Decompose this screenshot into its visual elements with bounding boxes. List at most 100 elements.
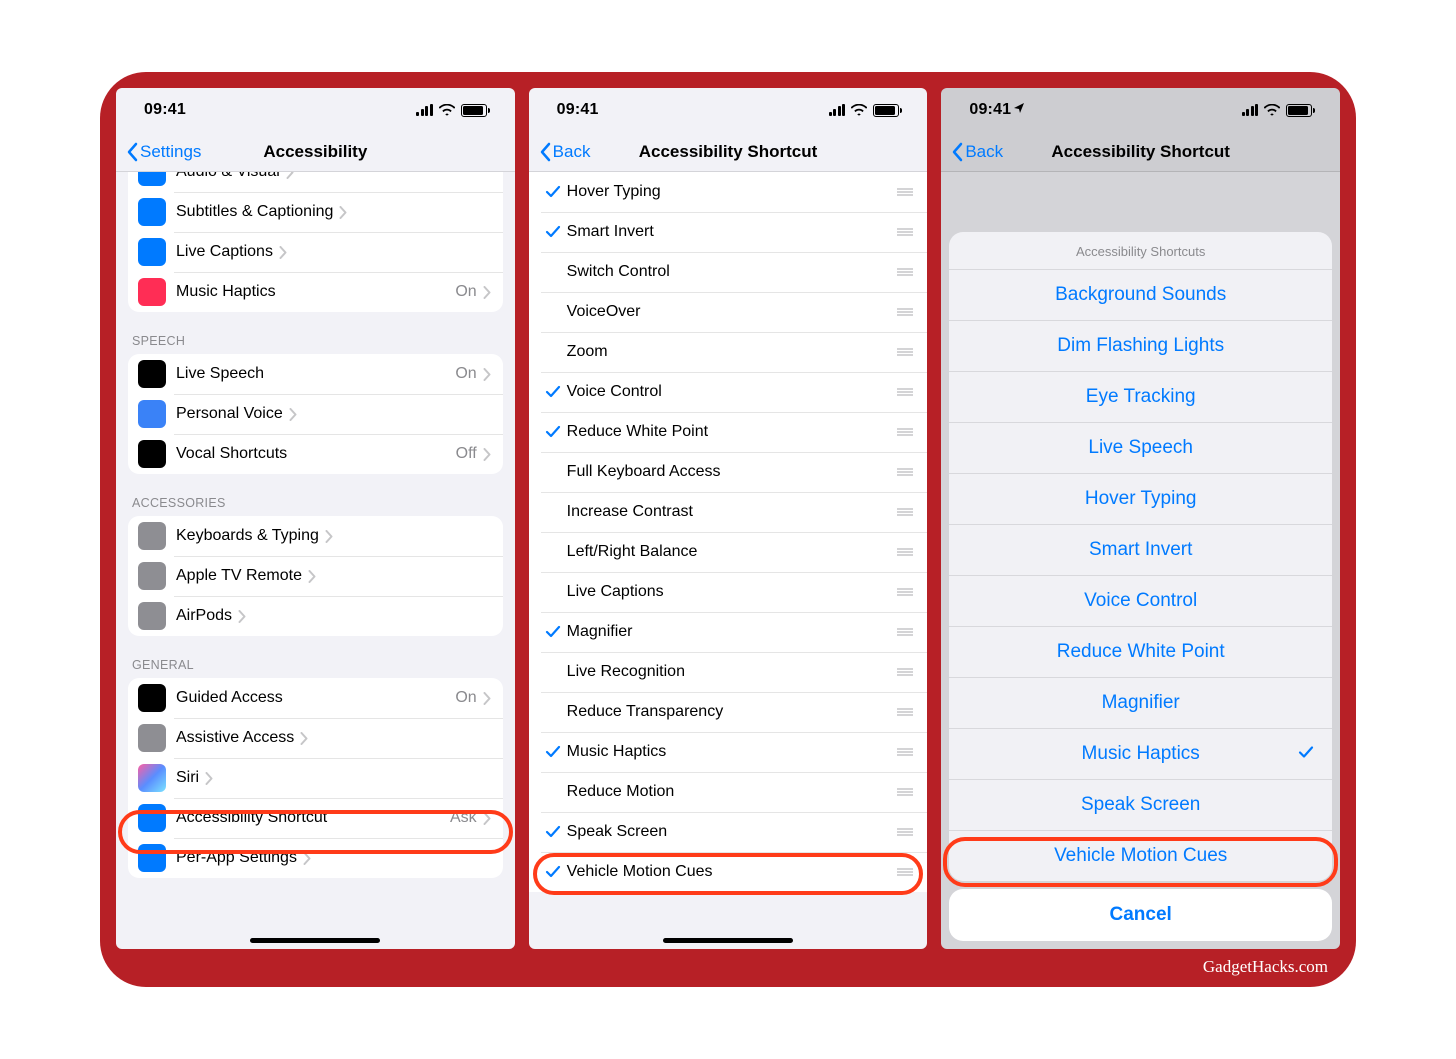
shortcut-row[interactable]: Full Keyboard Access bbox=[529, 452, 928, 492]
settings-row[interactable]: Audio & Visual bbox=[128, 172, 503, 192]
back-label: Settings bbox=[140, 142, 201, 162]
status-time: 09:41 bbox=[144, 101, 186, 119]
back-button[interactable]: Back bbox=[535, 142, 595, 162]
row-icon bbox=[138, 198, 166, 226]
checkmark-icon bbox=[541, 625, 565, 639]
settings-row[interactable]: AirPods bbox=[128, 596, 503, 636]
shortcut-list[interactable]: Hover TypingSmart InvertSwitch ControlVo… bbox=[529, 172, 928, 949]
sheet-item[interactable]: Live Speech bbox=[949, 423, 1332, 474]
row-label: Voice Control bbox=[567, 383, 662, 401]
chevron-right-icon bbox=[483, 812, 491, 825]
row-icon bbox=[138, 360, 166, 388]
shortcut-row[interactable]: Left/Right Balance bbox=[529, 532, 928, 572]
shortcut-row[interactable]: Vehicle Motion Cues bbox=[529, 852, 928, 892]
row-label: Keyboards & Typing bbox=[176, 527, 319, 545]
row-icon bbox=[138, 172, 166, 186]
drag-handle-icon[interactable] bbox=[895, 427, 915, 437]
drag-handle-icon[interactable] bbox=[895, 387, 915, 397]
back-button[interactable]: Settings bbox=[122, 142, 205, 162]
row-icon bbox=[138, 684, 166, 712]
shortcut-row[interactable]: VoiceOver bbox=[529, 292, 928, 332]
shortcut-row[interactable]: Live Recognition bbox=[529, 652, 928, 692]
shortcut-row[interactable]: Increase Contrast bbox=[529, 492, 928, 532]
drag-handle-icon[interactable] bbox=[895, 267, 915, 277]
home-indicator[interactable] bbox=[250, 938, 380, 943]
shortcut-row[interactable]: Zoom bbox=[529, 332, 928, 372]
shortcut-row[interactable]: Switch Control bbox=[529, 252, 928, 292]
cancel-button[interactable]: Cancel bbox=[949, 889, 1332, 941]
home-indicator[interactable] bbox=[663, 938, 793, 943]
row-icon bbox=[138, 602, 166, 630]
shortcut-row[interactable]: Live Captions bbox=[529, 572, 928, 612]
cellular-icon bbox=[1242, 104, 1259, 116]
settings-row[interactable]: Music HapticsOn bbox=[128, 272, 503, 312]
row-label: Personal Voice bbox=[176, 405, 283, 423]
sheet-item[interactable]: Magnifier bbox=[949, 678, 1332, 729]
settings-row[interactable]: Siri bbox=[128, 758, 503, 798]
status-bar: 09:41 bbox=[941, 88, 1340, 132]
sheet-item[interactable]: Background Sounds bbox=[949, 270, 1332, 321]
drag-handle-icon[interactable] bbox=[895, 507, 915, 517]
shortcut-row[interactable]: Reduce Motion bbox=[529, 772, 928, 812]
shortcut-row[interactable]: Voice Control bbox=[529, 372, 928, 412]
credit-label: GadgetHacks.com bbox=[1203, 957, 1328, 977]
checkmark-icon bbox=[541, 825, 565, 839]
settings-content[interactable]: Audio & VisualSubtitles & Captioning Live… bbox=[116, 172, 515, 949]
shortcut-row[interactable]: Hover Typing bbox=[529, 172, 928, 212]
settings-row[interactable]: Subtitles & Captioning bbox=[128, 192, 503, 232]
settings-row[interactable]: Vocal ShortcutsOff bbox=[128, 434, 503, 474]
drag-handle-icon[interactable] bbox=[895, 827, 915, 837]
row-label: Smart Invert bbox=[567, 223, 654, 241]
row-label: Assistive Access bbox=[176, 729, 294, 747]
row-label: Hover Typing bbox=[567, 183, 661, 201]
sheet-item[interactable]: Eye Tracking bbox=[949, 372, 1332, 423]
settings-row[interactable]: Apple TV Remote bbox=[128, 556, 503, 596]
sheet-item[interactable]: Dim Flashing Lights bbox=[949, 321, 1332, 372]
sheet-title: Accessibility Shortcuts bbox=[949, 232, 1332, 270]
drag-handle-icon[interactable] bbox=[895, 587, 915, 597]
settings-row[interactable]: Accessibility ShortcutAsk bbox=[128, 798, 503, 838]
drag-handle-icon[interactable] bbox=[895, 227, 915, 237]
shortcut-row[interactable]: Music Haptics bbox=[529, 732, 928, 772]
settings-row[interactable]: Per-App Settings bbox=[128, 838, 503, 878]
settings-row[interactable]: Live Captions bbox=[128, 232, 503, 272]
shortcut-row[interactable]: Reduce Transparency bbox=[529, 692, 928, 732]
drag-handle-icon[interactable] bbox=[895, 707, 915, 717]
drag-handle-icon[interactable] bbox=[895, 307, 915, 317]
sheet-item[interactable]: Reduce White Point bbox=[949, 627, 1332, 678]
row-icon bbox=[138, 804, 166, 832]
section-header-accessories: Accessories bbox=[116, 474, 515, 516]
drag-handle-icon[interactable] bbox=[895, 867, 915, 877]
status-bar: 09:41 bbox=[116, 88, 515, 132]
shortcut-row[interactable]: Smart Invert bbox=[529, 212, 928, 252]
shortcut-row[interactable]: Reduce White Point bbox=[529, 412, 928, 452]
sheet-item[interactable]: Vehicle Motion Cues bbox=[949, 831, 1332, 881]
drag-handle-icon[interactable] bbox=[895, 347, 915, 357]
settings-row[interactable]: Live SpeechOn bbox=[128, 354, 503, 394]
back-label: Back bbox=[553, 142, 591, 162]
status-time: 09:41 bbox=[969, 101, 1011, 119]
sheet-item[interactable]: Smart Invert bbox=[949, 525, 1332, 576]
settings-row[interactable]: Guided AccessOn bbox=[128, 678, 503, 718]
settings-row[interactable]: Keyboards & Typing bbox=[128, 516, 503, 556]
back-button[interactable]: Back bbox=[947, 142, 1007, 162]
sheet-item[interactable]: Hover Typing bbox=[949, 474, 1332, 525]
settings-row[interactable]: Personal Voice bbox=[128, 394, 503, 434]
row-detail: On bbox=[455, 689, 476, 707]
drag-handle-icon[interactable] bbox=[895, 667, 915, 677]
drag-handle-icon[interactable] bbox=[895, 547, 915, 557]
shortcut-row[interactable]: Speak Screen bbox=[529, 812, 928, 852]
sheet-item[interactable]: Voice Control bbox=[949, 576, 1332, 627]
chevron-right-icon bbox=[303, 852, 311, 865]
sheet-item[interactable]: Speak Screen bbox=[949, 780, 1332, 831]
sheet-item[interactable]: Music Haptics bbox=[949, 729, 1332, 780]
drag-handle-icon[interactable] bbox=[895, 467, 915, 477]
drag-handle-icon[interactable] bbox=[895, 747, 915, 757]
shortcut-row[interactable]: Magnifier bbox=[529, 612, 928, 652]
drag-handle-icon[interactable] bbox=[895, 627, 915, 637]
drag-handle-icon[interactable] bbox=[895, 787, 915, 797]
settings-row[interactable]: Assistive Access bbox=[128, 718, 503, 758]
row-detail: On bbox=[455, 283, 476, 301]
drag-handle-icon[interactable] bbox=[895, 187, 915, 197]
row-label: Live Captions bbox=[176, 243, 273, 261]
